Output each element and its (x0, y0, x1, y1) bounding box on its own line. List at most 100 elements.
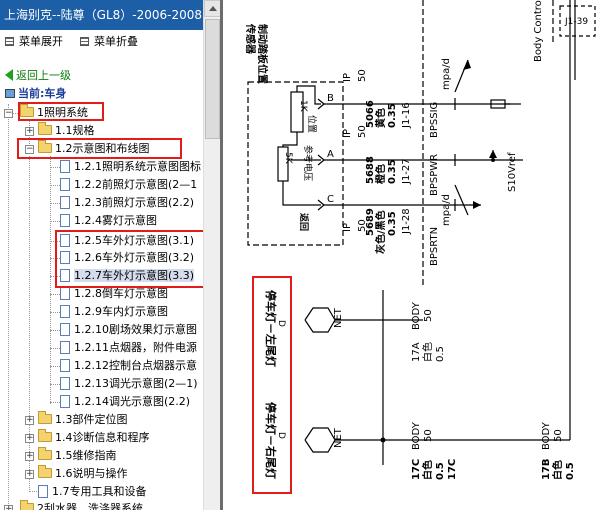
tree-item-1-2-9[interactable]: 1.2.9车内灯示意图 (60, 303, 168, 321)
svg-text:5066: 5066 (365, 100, 376, 128)
sensor-box (247, 81, 344, 246)
svg-text:J1-16: J1-16 (401, 102, 412, 129)
tree-panel: 上海别克--陆尊（GL8）-2006-2008 菜单展开 菜单折叠 返回上一级 … (0, 0, 203, 510)
svg-text:17A: 17A (411, 342, 422, 362)
svg-text:BODY: BODY (411, 301, 422, 330)
menu-collapse-icon (80, 37, 89, 46)
svg-text:B: B (327, 93, 334, 104)
svg-text:50: 50 (423, 309, 434, 322)
document-icon (60, 377, 70, 390)
tree-toggle-icon[interactable]: − (4, 109, 13, 118)
tree-scrollbar[interactable] (203, 0, 221, 510)
svg-text:5689: 5689 (365, 208, 376, 236)
svg-text:0.35: 0.35 (387, 103, 398, 128)
tree-node-repair[interactable]: 1.5维修指南 (38, 447, 117, 465)
svg-text:NET: NET (333, 427, 344, 448)
svg-text:返回: 返回 (298, 213, 310, 231)
back-arrow-icon (5, 69, 13, 81)
lamp-right-label: 停车灯－右尾灯 (264, 402, 278, 479)
tree-item-1-2-13[interactable]: 1.2.13调光示意图(2—1) (60, 375, 198, 393)
wiring-diagram: 制动踏板位置 传感器 1K 位置 5K 参考电压 返回 B A C IP 50 … (220, 0, 599, 510)
svg-text:白色: 白色 (551, 460, 564, 480)
tree-node-description[interactable]: 1.6说明与操作 (38, 465, 128, 483)
svg-text:NET: NET (333, 307, 344, 328)
svg-text:BPSRTN: BPSRTN (429, 227, 440, 266)
tree-item-1-2-1[interactable]: 1.2.1照明系统示意图图标 (60, 158, 201, 176)
svg-text:白色: 白色 (421, 342, 434, 362)
document-icon (60, 323, 70, 336)
document-icon (60, 196, 70, 209)
tree-toggle-icon[interactable]: + (25, 416, 34, 425)
svg-text:Body Control: Body Control (533, 0, 544, 62)
tree-toggle-icon[interactable]: + (25, 470, 34, 479)
svg-text:5K: 5K (283, 152, 293, 165)
menu-expand-icon (5, 37, 14, 46)
svg-text:BPSPWR: BPSPWR (429, 154, 440, 196)
tree-item-1-2-12[interactable]: 1.2.12控制台点烟器示意 (60, 357, 197, 375)
scroll-up-button[interactable] (204, 0, 221, 17)
folder-icon (38, 465, 52, 478)
highlight-box (18, 102, 104, 121)
wiring-diagram-svg: 制动踏板位置 传感器 1K 位置 5K 参考电压 返回 B A C IP 50 … (244, 0, 596, 494)
svg-text:C: C (327, 194, 334, 205)
svg-text:17B: 17B (541, 458, 552, 480)
folder-icon (20, 500, 34, 510)
svg-text:白色: 白色 (421, 460, 434, 480)
tree-toggle-icon[interactable]: + (4, 505, 13, 510)
tree-toggle-icon[interactable]: + (25, 127, 34, 136)
sensor-subtitle: 传感器 (244, 23, 257, 55)
window-title: 上海别克--陆尊（GL8）-2006-2008 (0, 0, 203, 30)
document-icon (60, 341, 70, 354)
svg-text:参考电压: 参考电压 (302, 145, 314, 181)
svg-text:0.5: 0.5 (565, 462, 576, 480)
folder-icon (38, 122, 52, 135)
svg-text:17C: 17C (411, 459, 422, 480)
document-icon (60, 287, 70, 300)
tree-toggle-icon[interactable]: + (25, 452, 34, 461)
collapse-all-button[interactable]: 菜单折叠 (80, 34, 138, 50)
back-link-label: 返回上一级 (16, 69, 71, 82)
svg-text:mpa/d: mpa/d (441, 58, 452, 90)
tree-item-1-2-3[interactable]: 1.2.3前照灯示意图(2.2) (60, 194, 194, 212)
svg-text:17C: 17C (447, 459, 458, 480)
lamp-left-label: 停车灯－左尾灯 (264, 290, 278, 367)
svg-text:0.5: 0.5 (435, 346, 446, 362)
tree-item-1-2-11[interactable]: 1.2.11点烟器，附件电源 (60, 339, 197, 357)
scroll-thumb[interactable] (205, 19, 220, 139)
tree-node-diagnostics[interactable]: 1.4诊断信息和程序 (38, 429, 150, 447)
svg-text:BODY: BODY (411, 421, 422, 450)
svg-text:50: 50 (423, 429, 434, 442)
svg-text:IP: IP (342, 73, 353, 82)
tree-item-1-2-2[interactable]: 1.2.2前照灯示意图(2—1 (60, 176, 197, 194)
tree-node-wiper-system[interactable]: 2刮水器、洗涤器系统 (20, 500, 143, 510)
tree-item-1-2-4[interactable]: 1.2.4雾灯示意图 (60, 212, 157, 230)
folder-icon (38, 411, 52, 424)
current-location-label: 当前:车身 (18, 87, 67, 100)
folder-icon (38, 447, 52, 460)
svg-text:0.5: 0.5 (435, 462, 446, 480)
svg-text:A: A (327, 149, 334, 160)
document-icon (60, 160, 70, 173)
folder-icon (38, 429, 52, 442)
tree-toggle-icon[interactable]: + (25, 434, 34, 443)
back-link[interactable]: 返回上一级 (5, 68, 71, 84)
computer-icon (5, 89, 15, 98)
document-icon (60, 305, 70, 318)
document-icon (60, 178, 70, 191)
tree-node-locations[interactable]: 1.3部件定位图 (38, 411, 128, 429)
current-location: 当前:车身 (5, 86, 66, 102)
svg-text:S10Vref: S10Vref (507, 152, 518, 192)
svg-text:J1-39: J1-39 (564, 17, 588, 27)
svg-text:5688: 5688 (365, 156, 376, 184)
svg-text:J1-28: J1-28 (401, 208, 412, 235)
svg-text:50: 50 (553, 429, 564, 442)
tree-item-tools[interactable]: 1.7专用工具和设备 (38, 483, 147, 501)
svg-text:D: D (276, 320, 286, 327)
tree-item-1-2-14[interactable]: 1.2.14调光示意图(2.2) (60, 393, 190, 411)
svg-text:位置: 位置 (306, 115, 318, 133)
tree-item-1-2-10[interactable]: 1.2.10剧场效果灯示意图 (60, 321, 197, 339)
svg-text:BPSSIG: BPSSIG (429, 102, 440, 138)
expand-all-button[interactable]: 菜单展开 (5, 34, 63, 50)
svg-text:0.35: 0.35 (387, 159, 398, 184)
svg-text:50: 50 (357, 69, 368, 82)
